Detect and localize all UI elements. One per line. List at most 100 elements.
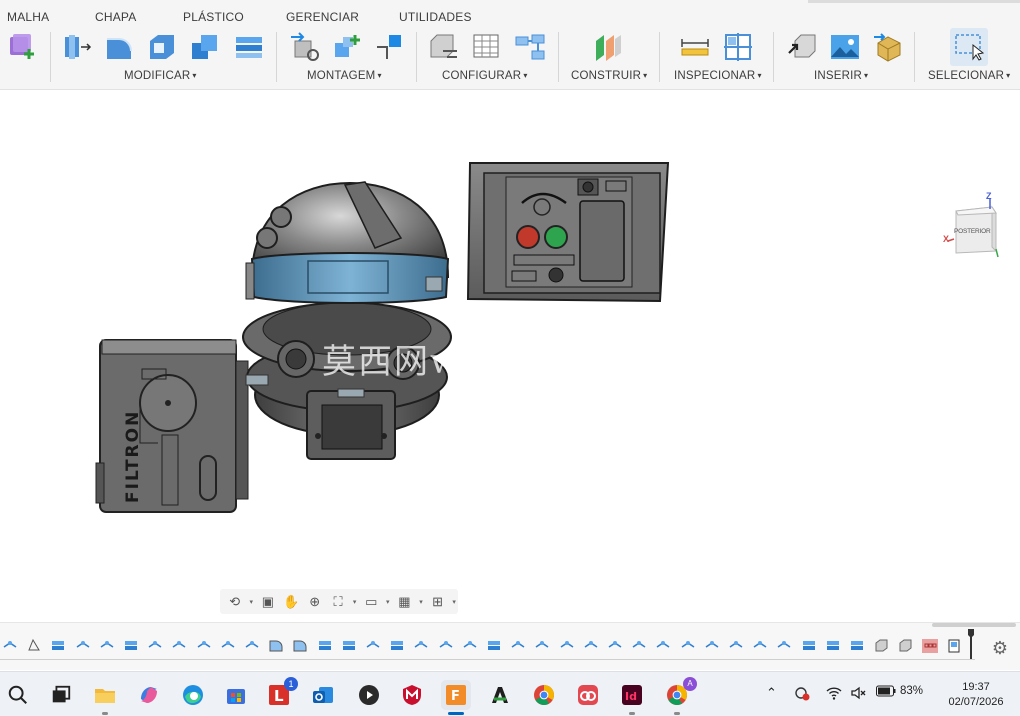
volume-muted-icon[interactable]	[850, 685, 866, 704]
orbit-icon[interactable]: ⟲	[224, 591, 245, 613]
timeline-feature-sketch-icon[interactable]	[704, 637, 720, 653]
insert-derive-button[interactable]	[786, 30, 820, 64]
timeline-feature-sketch-icon[interactable]	[196, 637, 212, 653]
combine-button[interactable]	[188, 30, 222, 64]
timeline-feature-sketch-icon[interactable]	[510, 637, 526, 653]
timeline-feature-sketch-icon[interactable]	[147, 637, 163, 653]
l-app-icon[interactable]: L 1	[264, 677, 298, 710]
tab-gerenciar[interactable]: GERENCIAR	[286, 10, 359, 24]
group-montagem[interactable]: MONTAGEM ▾	[307, 70, 382, 82]
timeline-feature-sketch-icon[interactable]	[99, 637, 115, 653]
fit-icon[interactable]: ⛶	[327, 591, 348, 613]
timeline-feature-fillet-icon[interactable]	[268, 637, 284, 653]
timeline-feature-extrude-icon[interactable]	[849, 637, 865, 653]
configure-rules-button[interactable]	[513, 30, 547, 64]
insert-canvas-button[interactable]	[828, 30, 862, 64]
chrome-icon[interactable]	[529, 680, 559, 710]
timeline-feature-extrude-icon[interactable]	[486, 637, 502, 653]
configuration-table-button[interactable]	[470, 30, 504, 64]
timeline[interactable]: ⚙	[0, 622, 1020, 670]
timeline-feature-sketch-icon[interactable]	[559, 637, 575, 653]
helmet-model[interactable]	[242, 181, 452, 460]
a-app-icon[interactable]	[485, 680, 515, 710]
clock[interactable]: 19:37 02/07/2026	[938, 680, 1014, 710]
zoom-icon[interactable]: ⊕	[304, 591, 325, 613]
tab-malha[interactable]: MALHA	[7, 10, 49, 24]
file-explorer-icon[interactable]	[90, 680, 120, 715]
timeline-feature-sketch-icon[interactable]	[655, 637, 671, 653]
outlook-icon[interactable]	[308, 680, 338, 710]
timeline-feature-move-icon[interactable]	[946, 637, 962, 653]
timeline-feature-extrude-icon[interactable]	[317, 637, 333, 653]
control-panel-model[interactable]	[466, 162, 670, 303]
new-component-button[interactable]	[288, 30, 322, 64]
create-form-button[interactable]	[6, 30, 40, 64]
timeline-marker-icon[interactable]	[968, 629, 974, 659]
scale-button[interactable]	[232, 30, 266, 64]
store-icon[interactable]	[221, 680, 251, 710]
rigid-group-button[interactable]	[372, 30, 406, 64]
timeline-feature-plane-icon[interactable]	[26, 637, 42, 653]
copilot-icon[interactable]	[134, 680, 164, 710]
display-dropdown[interactable]: ▾	[384, 598, 392, 606]
search-icon[interactable]	[3, 680, 33, 710]
group-modificar[interactable]: MODIFICAR ▾	[124, 70, 197, 82]
timeline-feature-sketch-icon[interactable]	[365, 637, 381, 653]
chrome-profile-icon[interactable]: A	[662, 677, 697, 715]
timeline-feature-sketch-icon[interactable]	[438, 637, 454, 653]
timeline-feature-sketch-icon[interactable]	[583, 637, 599, 653]
timeline-feature-group-icon[interactable]	[921, 637, 938, 653]
viewports-dropdown[interactable]: ▾	[450, 598, 458, 606]
group-inserir[interactable]: INSERIR ▾	[814, 70, 868, 82]
timeline-feature-fillet-icon[interactable]	[292, 637, 308, 653]
timeline-feature-extrude-icon[interactable]	[50, 637, 66, 653]
timeline-feature-sketch-icon[interactable]	[680, 637, 696, 653]
timeline-feature-sketch-icon[interactable]	[75, 637, 91, 653]
canvas-viewport[interactable]: FILTRON 莫西网w POSTERIOR Z X	[0, 91, 1020, 621]
mcafee-icon[interactable]	[397, 680, 427, 710]
timeline-feature-extrude-icon[interactable]	[123, 637, 139, 653]
task-view-icon[interactable]	[46, 680, 76, 710]
timeline-feature-sketch-icon[interactable]	[171, 637, 187, 653]
timeline-feature-sketch-icon[interactable]	[776, 637, 792, 653]
timeline-settings-icon[interactable]: ⚙	[990, 638, 1010, 658]
timeline-scrollbar[interactable]	[932, 623, 1016, 627]
timeline-feature-sketch-icon[interactable]	[220, 637, 236, 653]
timeline-feature-sketch-icon[interactable]	[534, 637, 550, 653]
display-settings-icon[interactable]: ▭	[361, 591, 382, 613]
insert-mesh-button[interactable]	[871, 30, 905, 64]
chevron-up-icon[interactable]: ⌃	[766, 685, 777, 701]
viewcube-face-label[interactable]: POSTERIOR	[954, 228, 991, 235]
section-analysis-button[interactable]	[721, 30, 755, 64]
group-selecionar[interactable]: SELECIONAR ▾	[928, 70, 1010, 82]
group-configurar[interactable]: CONFIGURAR ▾	[442, 70, 528, 82]
battery-pack-model[interactable]	[95, 339, 249, 513]
viewcube[interactable]: POSTERIOR Z X	[940, 191, 1010, 261]
timeline-feature-sketch-icon[interactable]	[462, 637, 478, 653]
tab-utilidades[interactable]: UTILIDADES	[399, 10, 472, 24]
timeline-feature-sketch-icon[interactable]	[2, 637, 18, 653]
timeline-feature-sketch-icon[interactable]	[413, 637, 429, 653]
fusion-icon[interactable]: F	[441, 680, 471, 715]
timeline-feature-extrude-icon[interactable]	[825, 637, 841, 653]
media-player-icon[interactable]	[354, 680, 384, 710]
joint-button[interactable]	[330, 30, 364, 64]
select-button[interactable]	[950, 28, 988, 66]
timeline-feature-extrude-icon[interactable]	[341, 637, 357, 653]
security-alert-icon[interactable]	[794, 685, 810, 704]
viewports-icon[interactable]: ⊞	[427, 591, 448, 613]
grid-icon[interactable]: ▦	[394, 591, 415, 613]
creative-cloud-icon[interactable]	[573, 680, 603, 710]
timeline-feature-shell-icon[interactable]	[873, 637, 889, 653]
pan-icon[interactable]: ✋	[281, 591, 302, 613]
timeline-feature-extrude-icon[interactable]	[389, 637, 405, 653]
look-at-icon[interactable]: ▣	[257, 591, 278, 613]
tab-plastico[interactable]: PLÁSTICO	[183, 10, 244, 24]
timeline-feature-sketch-icon[interactable]	[631, 637, 647, 653]
measure-button[interactable]	[678, 30, 712, 64]
group-inspecionar[interactable]: INSPECIONAR ▾	[674, 70, 762, 82]
timeline-feature-sketch-icon[interactable]	[728, 637, 744, 653]
tab-chapa[interactable]: CHAPA	[95, 10, 136, 24]
press-pull-button[interactable]	[60, 30, 94, 64]
group-construir[interactable]: CONSTRUIR ▾	[571, 70, 647, 82]
